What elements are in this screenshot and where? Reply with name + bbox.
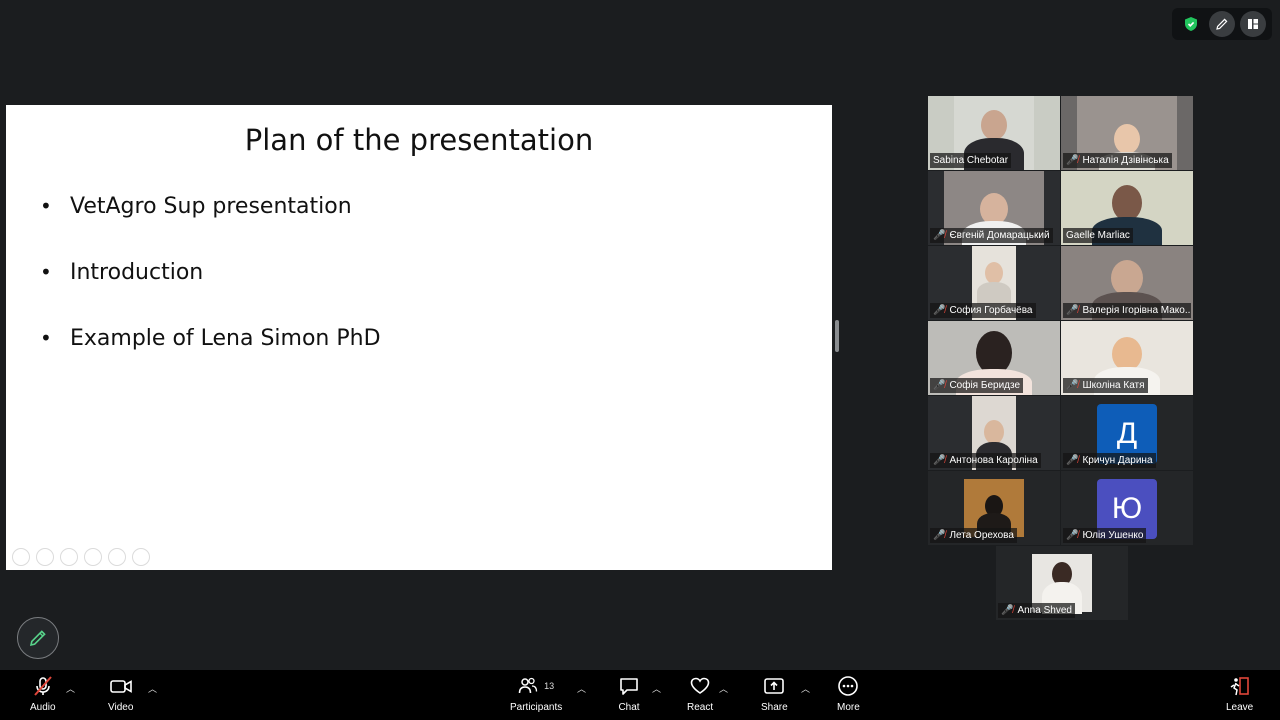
meeting-window: Plan of the presentation • VetAgro Sup pr… (0, 0, 1280, 720)
more-icon (837, 674, 859, 698)
share-label: Share (761, 702, 788, 713)
participant-name: 🎤̸ Наталія Дзівінська (1063, 153, 1172, 168)
share-button[interactable]: Share (761, 674, 788, 713)
mic-off-icon: 🎤̸ (1066, 305, 1079, 316)
participants-label: Participants (510, 702, 563, 713)
share-options-caret[interactable]: ︿ (801, 682, 810, 695)
slide-bullet-text: Example of Lena Simon PhD (70, 325, 381, 351)
mic-off-icon: 🎤̸ (1066, 530, 1079, 541)
participant-tile[interactable]: 🎤̸ Anna Shved (996, 546, 1128, 620)
participant-tile[interactable]: 🎤̸ Антонова Кароліна (928, 396, 1060, 470)
participants-options-caret[interactable]: ︿ (577, 682, 586, 695)
pen-tool-icon[interactable] (60, 548, 78, 566)
participant-tile[interactable]: Sabina Chebotar (928, 96, 1060, 170)
participant-tile-active-speaker[interactable]: Gaelle Marliac (1061, 171, 1193, 245)
top-controls (1172, 8, 1272, 40)
security-shield-icon[interactable] (1178, 11, 1204, 37)
participant-tile[interactable]: 🎤̸ Софія Беридзе (928, 321, 1060, 395)
video-label: Video (108, 702, 134, 713)
camera-icon (109, 674, 133, 698)
participant-name: Sabina Chebotar (930, 153, 1012, 168)
participants-count: 13 (544, 681, 555, 691)
mic-off-icon: 🎤̸ (933, 305, 946, 316)
video-options-caret[interactable]: ︿ (148, 682, 157, 695)
slides-grid-icon[interactable] (84, 548, 102, 566)
participant-tile[interactable]: Ю 🎤̸ Юлія Ушенко (1061, 471, 1193, 545)
participant-tile[interactable]: 🎤̸ Євгеній Домарацький (928, 171, 1060, 245)
participants-icon: 13 (518, 674, 554, 698)
pencil-icon (29, 630, 46, 647)
mic-off-icon: 🎤̸ (1066, 155, 1079, 166)
chat-options-caret[interactable]: ︿ (652, 682, 661, 695)
mic-off-icon: 🎤̸ (1066, 380, 1079, 391)
react-options-caret[interactable]: ︿ (719, 682, 728, 695)
pencil-icon[interactable] (1208, 11, 1235, 37)
mic-off-icon: 🎤̸ (933, 530, 946, 541)
leave-icon (1229, 674, 1251, 698)
more-label: More (837, 702, 860, 713)
mic-off-icon: 🎤̸ (933, 380, 946, 391)
react-button[interactable]: React (687, 674, 713, 713)
more-button[interactable]: More (837, 674, 860, 713)
slide-bullet-text: VetAgro Sup presentation (70, 193, 352, 219)
participant-name: 🎤̸ Софія Беридзе (930, 378, 1024, 393)
participant-tile[interactable]: 🎤̸ Лета Орехова (928, 471, 1060, 545)
mic-off-icon: 🎤̸ (1001, 605, 1014, 616)
audio-label: Audio (30, 702, 56, 713)
splitter-handle[interactable] (835, 320, 839, 352)
slide-nav-tools (12, 548, 150, 566)
mic-off-icon (32, 674, 54, 698)
leave-label: Leave (1226, 702, 1254, 713)
participant-name: 🎤̸ Юлія Ушенко (1063, 528, 1147, 543)
video-button[interactable]: Video (108, 674, 133, 713)
shared-screen-slide: Plan of the presentation • VetAgro Sup pr… (6, 105, 832, 570)
chat-label: Chat (618, 702, 640, 713)
participant-name: 🎤̸ София Горбачёва (930, 303, 1036, 318)
mic-off-icon: 🎤̸ (1066, 455, 1079, 466)
slide-bullets: • VetAgro Sup presentation • Introduction … (40, 173, 381, 371)
share-screen-icon (763, 674, 785, 698)
slide-title: Plan of the presentation (244, 123, 594, 157)
participant-name: Gaelle Marliac (1063, 228, 1133, 243)
annotate-button[interactable] (17, 617, 59, 659)
participant-tile[interactable]: 🎤̸ Школіна Катя (1061, 321, 1193, 395)
meeting-toolbar: Audio ︿ Video ︿ 13 Participants ︿ Chat ︿ (0, 670, 1280, 720)
chat-button[interactable]: Chat (618, 674, 640, 713)
participant-tile[interactable]: 🎤̸ Наталія Дзівінська (1061, 96, 1193, 170)
slide-bullet-text: Introduction (70, 259, 204, 285)
react-label: React (687, 702, 714, 713)
participant-tile[interactable]: 🎤̸ София Горбачёва (928, 246, 1060, 320)
participant-name: 🎤̸ Кричун Дарина (1063, 453, 1156, 468)
chat-icon (618, 674, 640, 698)
slide-bullet: • Introduction (40, 259, 204, 285)
participant-name: 🎤̸ Антонова Кароліна (930, 453, 1041, 468)
participant-name: 🎤̸ Валерія Ігорівна Мако... (1063, 303, 1191, 318)
layout-icon[interactable] (1239, 11, 1266, 37)
prev-slide-icon[interactable] (12, 548, 30, 566)
participant-tile[interactable]: Д 🎤̸ Кричун Дарина (1061, 396, 1193, 470)
participant-name: 🎤̸ Школіна Катя (1063, 378, 1148, 393)
heart-icon (689, 674, 711, 698)
participant-name: 🎤̸ Anna Shved (998, 603, 1075, 618)
slide-bullet: • VetAgro Sup presentation (40, 193, 352, 219)
participants-button[interactable]: 13 Participants (510, 674, 562, 713)
audio-button[interactable]: Audio (30, 674, 56, 713)
audio-options-caret[interactable]: ︿ (66, 682, 75, 695)
leave-button[interactable]: Leave (1226, 674, 1253, 713)
participant-tile[interactable]: 🎤̸ Валерія Ігорівна Мако... (1061, 246, 1193, 320)
mic-off-icon: 🎤̸ (933, 230, 946, 241)
participant-name: 🎤̸ Лета Орехова (930, 528, 1017, 543)
slide-bullet: • Example of Lena Simon PhD (40, 325, 381, 351)
more-options-icon[interactable] (132, 548, 150, 566)
participant-name: 🎤̸ Євгеній Домарацький (930, 228, 1053, 243)
mic-off-icon: 🎤̸ (933, 455, 946, 466)
next-slide-icon[interactable] (36, 548, 54, 566)
zoom-icon[interactable] (108, 548, 126, 566)
